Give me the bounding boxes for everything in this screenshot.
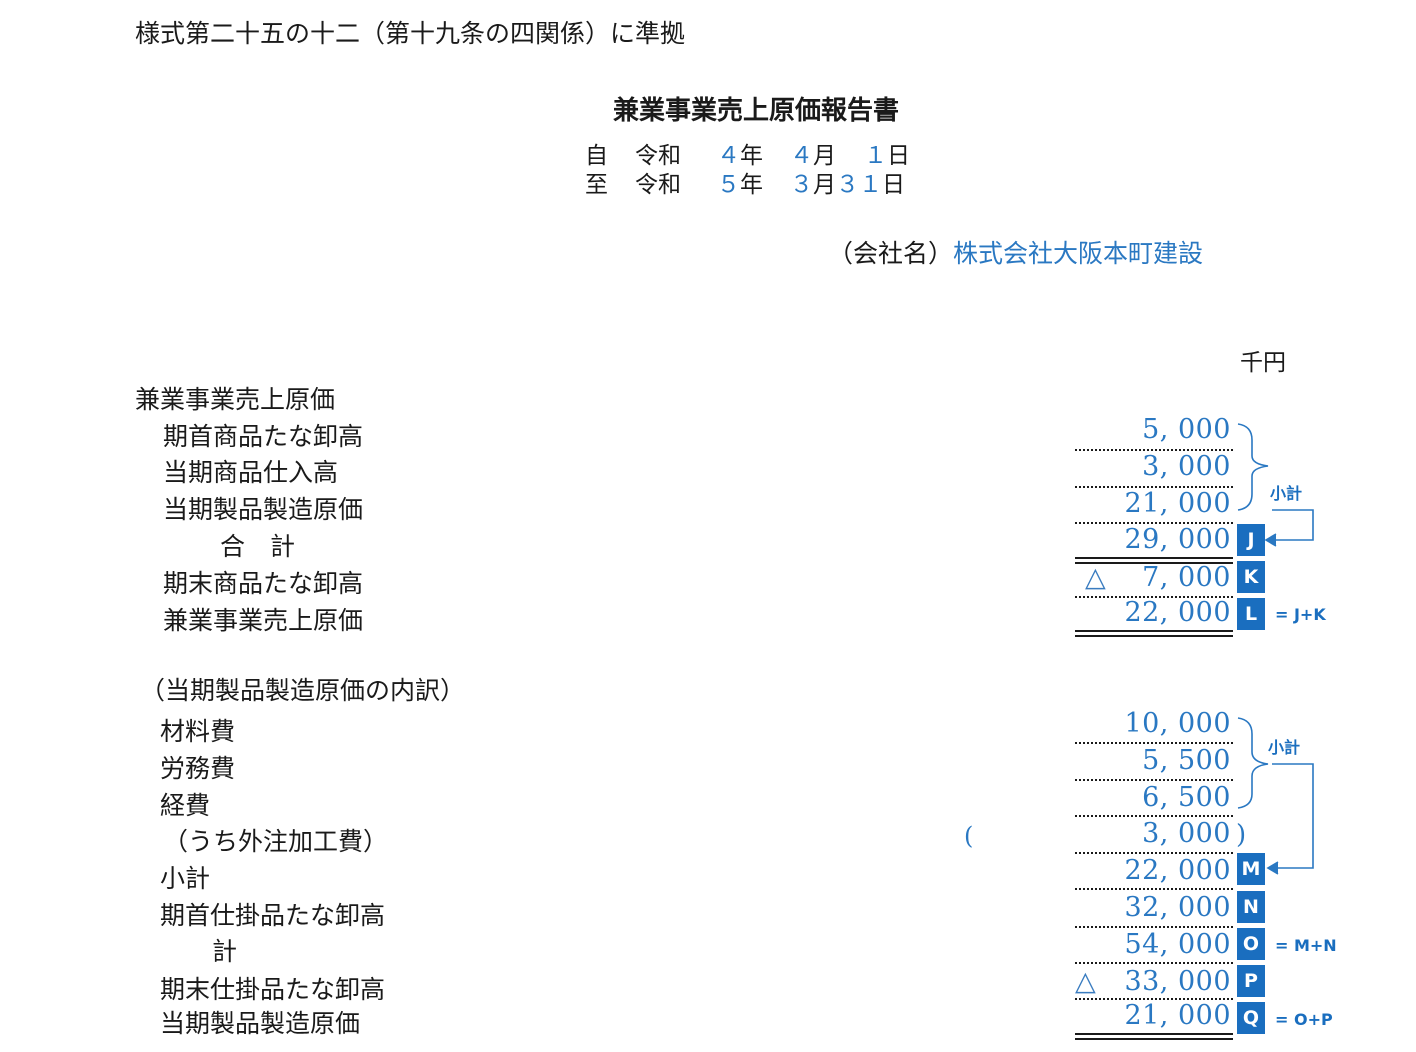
brace-icon bbox=[1237, 423, 1269, 511]
arrow-connector bbox=[1268, 763, 1314, 869]
annotation-overlay bbox=[1237, 423, 1314, 875]
arrowhead-icon bbox=[1266, 861, 1279, 875]
arrowhead-icon bbox=[1264, 533, 1277, 547]
brace-icon bbox=[1237, 717, 1269, 809]
